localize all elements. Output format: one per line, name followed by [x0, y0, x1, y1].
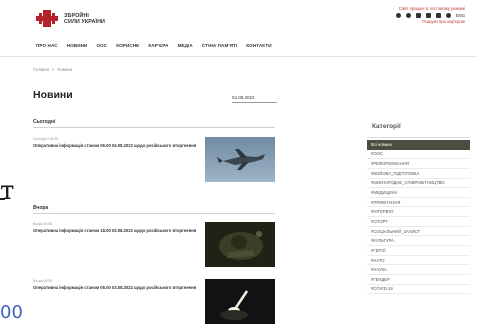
background-link-fragment: 00 [0, 302, 23, 323]
news-item-meta: Вчора 06:08 [33, 279, 52, 283]
logo-line-2: СИЛИ УКРАЇНИ [64, 18, 106, 25]
news-item-title[interactable]: Оперативна інформація станом 18.00 03.08… [33, 228, 201, 234]
flickr-icon[interactable] [445, 12, 451, 18]
soldier-night-image [205, 222, 275, 267]
instagram-icon[interactable] [425, 12, 431, 18]
categories-list: Всі новини #ООС #РЕФОРМУВАННЯ #БОЙОВА_ПІ… [367, 140, 470, 295]
category-item-oos[interactable]: #ООС [367, 150, 470, 160]
telegram-icon[interactable] [435, 12, 441, 18]
logo-text: ЗБРОЙНІ СИЛИ УКРАЇНИ [64, 13, 105, 25]
nav-item-useful[interactable]: КОРИСНЕ [116, 43, 139, 48]
category-item-gender[interactable]: #ГЕНДЕР [367, 275, 470, 285]
breadcrumb-separator: > [51, 67, 55, 72]
main-nav: ПРО НАС НОВИНИ ООС КОРИСНЕ КАР'ЄРА МЕДІА… [36, 43, 272, 48]
breadcrumb-current: Новини [57, 67, 72, 72]
site-header: ЗБРОЙНІ СИЛИ УКРАЇНИ Сайт працює в тесто… [0, 0, 477, 40]
category-item-interview[interactable]: #ІНТЕРВ'Ю [367, 207, 470, 218]
category-item-nato[interactable]: #НАТО [367, 256, 470, 266]
news-thumbnail-fighter-jet[interactable] [205, 137, 275, 182]
nav-item-oos[interactable]: ООС [96, 43, 107, 48]
twitter-icon[interactable] [405, 12, 411, 18]
nav-item-memorial-wall[interactable]: СТІНА ПАМ'ЯТІ [202, 43, 237, 48]
news-item-title[interactable]: Оперативна інформація станом 06.00 03.08… [33, 285, 201, 291]
nav-item-media[interactable]: МЕДІА [178, 43, 193, 48]
nav-item-about[interactable]: ПРО НАС [36, 43, 58, 48]
news-thumbnail-missile-launch[interactable] [205, 279, 275, 324]
category-item-science[interactable]: #НАУКА [367, 265, 470, 275]
categories-divider [367, 137, 470, 138]
breadcrumb: Головна > Новини [33, 67, 72, 72]
category-item-all[interactable]: Всі новини [367, 140, 470, 150]
header-utilities: Сайт працює в тестовому режимі ENG Пошук… [395, 6, 465, 25]
test-mode-link[interactable]: Сайт працює в тестовому режимі [396, 6, 465, 12]
category-item-medicine[interactable]: #МЕДИЦИНА [367, 188, 470, 198]
category-item-culture[interactable]: #КУЛЬТУРА [367, 236, 470, 247]
background-text-fragment: т [0, 176, 15, 206]
category-item-greetings[interactable]: #ПРИВІТАННЯ [367, 198, 470, 208]
category-item-reform[interactable]: #РЕФОРМУВАННЯ [367, 159, 470, 169]
date-filter-input[interactable]: 04.08.2022 [232, 94, 277, 103]
section-heading-yesterday: Вчора [33, 205, 49, 211]
category-item-international[interactable]: #МІЖНАРОДНЕ_СПІВРОБІТНИЦТВО [367, 179, 470, 189]
news-item-title[interactable]: Оперативна інформація станом 06.00 04.08… [33, 143, 201, 149]
trident-flag-icon [36, 10, 58, 27]
categories-heading: Категорії [372, 123, 401, 130]
language-switch[interactable]: ENG [456, 13, 465, 19]
background-mark [0, 198, 5, 200]
breadcrumb-home[interactable]: Головна [33, 67, 49, 72]
category-item-social[interactable]: #СОЦІАЛЬНИЙ_ЗАХИСТ [367, 227, 470, 237]
category-item-heroes[interactable]: #ГЕРОЇ [367, 246, 470, 256]
category-item-sport[interactable]: #СПОРТ [367, 217, 470, 227]
site-logo[interactable]: ЗБРОЙНІ СИЛИ УКРАЇНИ [36, 10, 105, 27]
category-item-covid[interactable]: #COVID-19 [367, 285, 470, 295]
youtube-icon[interactable] [415, 12, 421, 18]
section-heading-today: Сьогодні [33, 119, 56, 125]
social-links: ENG [395, 12, 465, 19]
career-search-link[interactable]: Пошуки про кар'єрою [396, 19, 465, 25]
news-item-meta: Вчора 18:08 [33, 222, 52, 226]
nav-item-news[interactable]: НОВИНИ [67, 43, 88, 48]
nav-item-contacts[interactable]: КОНТАКТИ [246, 43, 271, 48]
nav-item-career[interactable]: КАР'ЄРА [148, 43, 168, 48]
fighter-jet-image [205, 137, 275, 182]
category-item-combat-training[interactable]: #БОЙОВА_ПІДГОТОВКА [367, 169, 470, 179]
section-divider [33, 127, 275, 128]
nav-divider [0, 56, 477, 57]
missile-launch-image [205, 279, 275, 324]
news-thumbnail-soldier-night[interactable] [205, 222, 275, 267]
section-divider [33, 213, 275, 214]
page-title: Новини [33, 89, 73, 101]
news-item-meta: Сьогодні / 08:38 [33, 137, 58, 141]
facebook-icon[interactable] [395, 12, 401, 18]
